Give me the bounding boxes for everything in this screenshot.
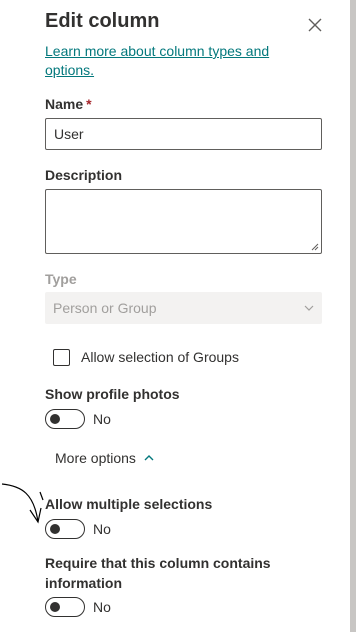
- name-label-text: Name: [45, 96, 84, 112]
- description-label: Description: [45, 167, 123, 183]
- allow-groups-label: Allow selection of Groups: [81, 349, 239, 365]
- type-dropdown: Person or Group: [45, 292, 322, 324]
- multiple-selections-state: No: [93, 521, 111, 537]
- name-input[interactable]: User: [45, 118, 322, 150]
- type-dropdown-value: Person or Group: [53, 300, 157, 316]
- multiple-selections-toggle-row: No: [45, 519, 111, 539]
- more-options-label: More options: [55, 450, 136, 466]
- chevron-down-icon: [304, 305, 314, 311]
- require-info-label: Require that this column contains inform…: [45, 555, 271, 591]
- require-info-toggle-row: No: [45, 597, 111, 617]
- close-icon: [308, 18, 322, 32]
- learn-more-link[interactable]: Learn more about column types and option…: [45, 42, 305, 80]
- panel-scrollbar[interactable]: [350, 0, 356, 632]
- resize-grip-icon[interactable]: [311, 243, 319, 251]
- type-label: Type: [45, 271, 77, 287]
- toggle-knob: [50, 524, 60, 534]
- require-info-toggle[interactable]: [45, 597, 85, 617]
- required-marker: *: [86, 96, 92, 112]
- name-label: Name *: [45, 96, 92, 112]
- chevron-up-icon: [144, 455, 154, 461]
- toggle-knob: [50, 414, 60, 424]
- panel-title: Edit column: [45, 10, 160, 32]
- toggle-knob: [50, 602, 60, 612]
- multiple-selections-toggle[interactable]: [45, 519, 85, 539]
- close-button[interactable]: [303, 13, 327, 37]
- multiple-selections-label: Allow multiple selections: [45, 496, 213, 512]
- profile-photos-toggle-row: No: [45, 409, 111, 429]
- profile-photos-toggle[interactable]: [45, 409, 85, 429]
- more-options-button[interactable]: More options: [55, 450, 154, 466]
- description-textarea[interactable]: [45, 189, 322, 254]
- allow-groups-checkbox[interactable]: [53, 348, 70, 366]
- profile-photos-label: Show profile photos: [45, 386, 180, 402]
- allow-groups-checkbox-row[interactable]: Allow selection of Groups: [53, 348, 239, 366]
- require-info-state: No: [93, 599, 111, 615]
- profile-photos-state: No: [93, 411, 111, 427]
- edit-column-panel: Edit column Learn more about column type…: [0, 0, 356, 632]
